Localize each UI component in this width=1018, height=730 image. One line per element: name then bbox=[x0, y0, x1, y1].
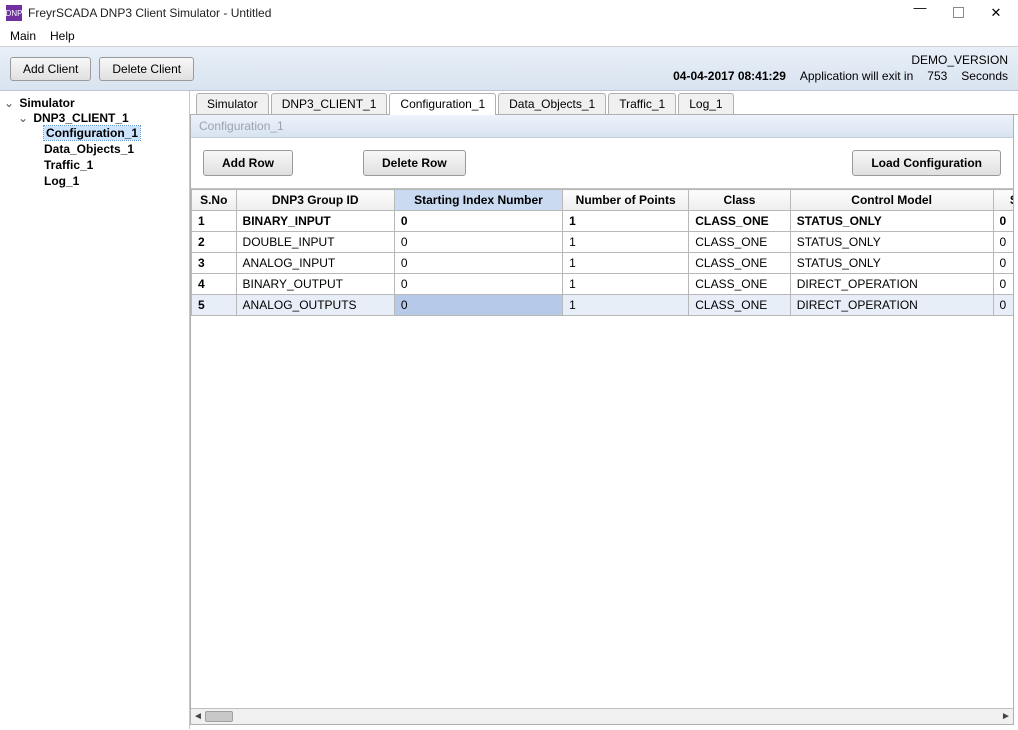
close-button[interactable]: ✕ bbox=[986, 5, 1006, 21]
cell-group[interactable]: DOUBLE_INPUT bbox=[236, 232, 394, 253]
tab-log[interactable]: Log_1 bbox=[678, 93, 733, 114]
cell-group[interactable]: BINARY_INPUT bbox=[236, 211, 394, 232]
col-group[interactable]: DNP3 Group ID bbox=[236, 190, 394, 211]
cell-control[interactable]: STATUS_ONLY bbox=[790, 232, 993, 253]
tab-body: Configuration_1 Add Row Delete Row Load … bbox=[190, 115, 1014, 725]
cell-sno[interactable]: 2 bbox=[192, 232, 237, 253]
cell-control[interactable]: DIRECT_OPERATION bbox=[790, 274, 993, 295]
cell-points[interactable]: 1 bbox=[563, 232, 689, 253]
tree-node-data-objects[interactable]: Data_Objects_1 bbox=[44, 142, 134, 156]
tab-data-objects[interactable]: Data_Objects_1 bbox=[498, 93, 606, 114]
scroll-thumb[interactable] bbox=[205, 711, 233, 722]
tree-node-traffic[interactable]: Traffic_1 bbox=[44, 158, 93, 172]
inner-toolbar: Add Row Delete Row Load Configuration bbox=[191, 138, 1013, 188]
cell-class[interactable]: CLASS_ONE bbox=[689, 232, 790, 253]
main-panel: Simulator DNP3_CLIENT_1 Configuration_1 … bbox=[190, 91, 1018, 729]
table-row[interactable]: 4BINARY_OUTPUT01CLASS_ONEDIRECT_OPERATIO… bbox=[192, 274, 1014, 295]
cell-control[interactable]: STATUS_ONLY bbox=[790, 211, 993, 232]
col-sno[interactable]: S.No bbox=[192, 190, 237, 211]
delete-row-button[interactable]: Delete Row bbox=[363, 150, 466, 176]
col-control[interactable]: Control Model bbox=[790, 190, 993, 211]
tab-configuration[interactable]: Configuration_1 bbox=[389, 93, 496, 114]
tab-bar: Simulator DNP3_CLIENT_1 Configuration_1 … bbox=[190, 91, 1018, 115]
timestamp: 04-04-2017 08:41:29 bbox=[673, 69, 786, 85]
tree-node-client[interactable]: DNP3_CLIENT_1 bbox=[33, 111, 128, 125]
maximize-button[interactable] bbox=[948, 6, 968, 21]
tab-traffic[interactable]: Traffic_1 bbox=[608, 93, 676, 114]
toolbar: Add Client Delete Client DEMO_VERSION 04… bbox=[0, 47, 1018, 91]
cell-start[interactable]: 0 bbox=[394, 253, 562, 274]
cell-points[interactable]: 1 bbox=[563, 253, 689, 274]
seconds-label: Seconds bbox=[961, 69, 1008, 85]
window-title: FreyrSCADA DNP3 Client Simulator - Untit… bbox=[28, 6, 910, 20]
add-client-button[interactable]: Add Client bbox=[10, 57, 91, 81]
tree-node-simulator[interactable]: Simulator bbox=[19, 96, 74, 110]
cell-sbo[interactable]: 0 bbox=[993, 253, 1013, 274]
cell-control[interactable]: DIRECT_OPERATION bbox=[790, 295, 993, 316]
cell-start[interactable]: 0 bbox=[394, 232, 562, 253]
cell-class[interactable]: CLASS_ONE bbox=[689, 211, 790, 232]
add-row-button[interactable]: Add Row bbox=[203, 150, 293, 176]
tree-panel: ⌄ Simulator ⌄ DNP3_CLIENT_1 Configuratio… bbox=[0, 91, 190, 729]
cell-class[interactable]: CLASS_ONE bbox=[689, 253, 790, 274]
cell-control[interactable]: STATUS_ONLY bbox=[790, 253, 993, 274]
seconds-value: 753 bbox=[927, 69, 947, 85]
table-row[interactable]: 1BINARY_INPUT01CLASS_ONESTATUS_ONLY00 bbox=[192, 211, 1014, 232]
tab-simulator[interactable]: Simulator bbox=[196, 93, 269, 114]
cell-sno[interactable]: 4 bbox=[192, 274, 237, 295]
cell-points[interactable]: 1 bbox=[563, 295, 689, 316]
table-row[interactable]: 5ANALOG_OUTPUTS01CLASS_ONEDIRECT_OPERATI… bbox=[192, 295, 1014, 316]
cell-sno[interactable]: 5 bbox=[192, 295, 237, 316]
cell-class[interactable]: CLASS_ONE bbox=[689, 295, 790, 316]
cell-start[interactable]: 0 bbox=[394, 295, 562, 316]
col-class[interactable]: Class bbox=[689, 190, 790, 211]
titlebar: DNP FreyrSCADA DNP3 Client Simulator - U… bbox=[0, 0, 1018, 26]
cell-group[interactable]: ANALOG_INPUT bbox=[236, 253, 394, 274]
app-icon: DNP bbox=[6, 5, 22, 21]
scroll-left-icon[interactable]: ◄ bbox=[191, 709, 205, 724]
scroll-right-icon[interactable]: ► bbox=[999, 709, 1013, 724]
table-row[interactable]: 3ANALOG_INPUT01CLASS_ONESTATUS_ONLY00 bbox=[192, 253, 1014, 274]
cell-points[interactable]: 1 bbox=[563, 211, 689, 232]
demo-version-label: DEMO_VERSION bbox=[911, 53, 1008, 69]
cell-sno[interactable]: 1 bbox=[192, 211, 237, 232]
cell-class[interactable]: CLASS_ONE bbox=[689, 274, 790, 295]
exit-label: Application will exit in bbox=[800, 69, 913, 85]
cell-start[interactable]: 0 bbox=[394, 274, 562, 295]
menubar: Main Help bbox=[0, 26, 1018, 47]
cell-points[interactable]: 1 bbox=[563, 274, 689, 295]
status-block: DEMO_VERSION 04-04-2017 08:41:29 Applica… bbox=[673, 53, 1008, 84]
configuration-grid: S.No DNP3 Group ID Starting Index Number… bbox=[191, 189, 1013, 316]
cell-sbo[interactable]: 0 bbox=[993, 232, 1013, 253]
horizontal-scrollbar[interactable]: ◄ ► bbox=[191, 708, 1013, 724]
minimize-button[interactable]: — bbox=[910, 0, 930, 15]
cell-start[interactable]: 0 bbox=[394, 211, 562, 232]
grid-header-row: S.No DNP3 Group ID Starting Index Number… bbox=[192, 190, 1014, 211]
menu-main[interactable]: Main bbox=[10, 29, 36, 43]
col-start[interactable]: Starting Index Number bbox=[394, 190, 562, 211]
cell-sbo[interactable]: 0 bbox=[993, 295, 1013, 316]
delete-client-button[interactable]: Delete Client bbox=[99, 57, 194, 81]
tree-node-configuration[interactable]: Configuration_1 bbox=[44, 126, 140, 140]
load-configuration-button[interactable]: Load Configuration bbox=[852, 150, 1001, 176]
grid-wrap[interactable]: S.No DNP3 Group ID Starting Index Number… bbox=[191, 188, 1013, 708]
col-sbo[interactable]: SBO TimeOut bbox=[993, 190, 1013, 211]
tree-node-log[interactable]: Log_1 bbox=[44, 174, 79, 188]
cell-group[interactable]: ANALOG_OUTPUTS bbox=[236, 295, 394, 316]
expander-icon[interactable]: ⌄ bbox=[18, 111, 30, 125]
cell-sbo[interactable]: 0 bbox=[993, 274, 1013, 295]
table-row[interactable]: 2DOUBLE_INPUT01CLASS_ONESTATUS_ONLY00 bbox=[192, 232, 1014, 253]
col-points[interactable]: Number of Points bbox=[563, 190, 689, 211]
window-controls: — ✕ bbox=[910, 5, 1012, 21]
cell-group[interactable]: BINARY_OUTPUT bbox=[236, 274, 394, 295]
inner-title: Configuration_1 bbox=[191, 115, 1013, 138]
cell-sbo[interactable]: 0 bbox=[993, 211, 1013, 232]
expander-icon[interactable]: ⌄ bbox=[4, 96, 16, 110]
menu-help[interactable]: Help bbox=[50, 29, 75, 43]
cell-sno[interactable]: 3 bbox=[192, 253, 237, 274]
tab-client[interactable]: DNP3_CLIENT_1 bbox=[271, 93, 388, 114]
